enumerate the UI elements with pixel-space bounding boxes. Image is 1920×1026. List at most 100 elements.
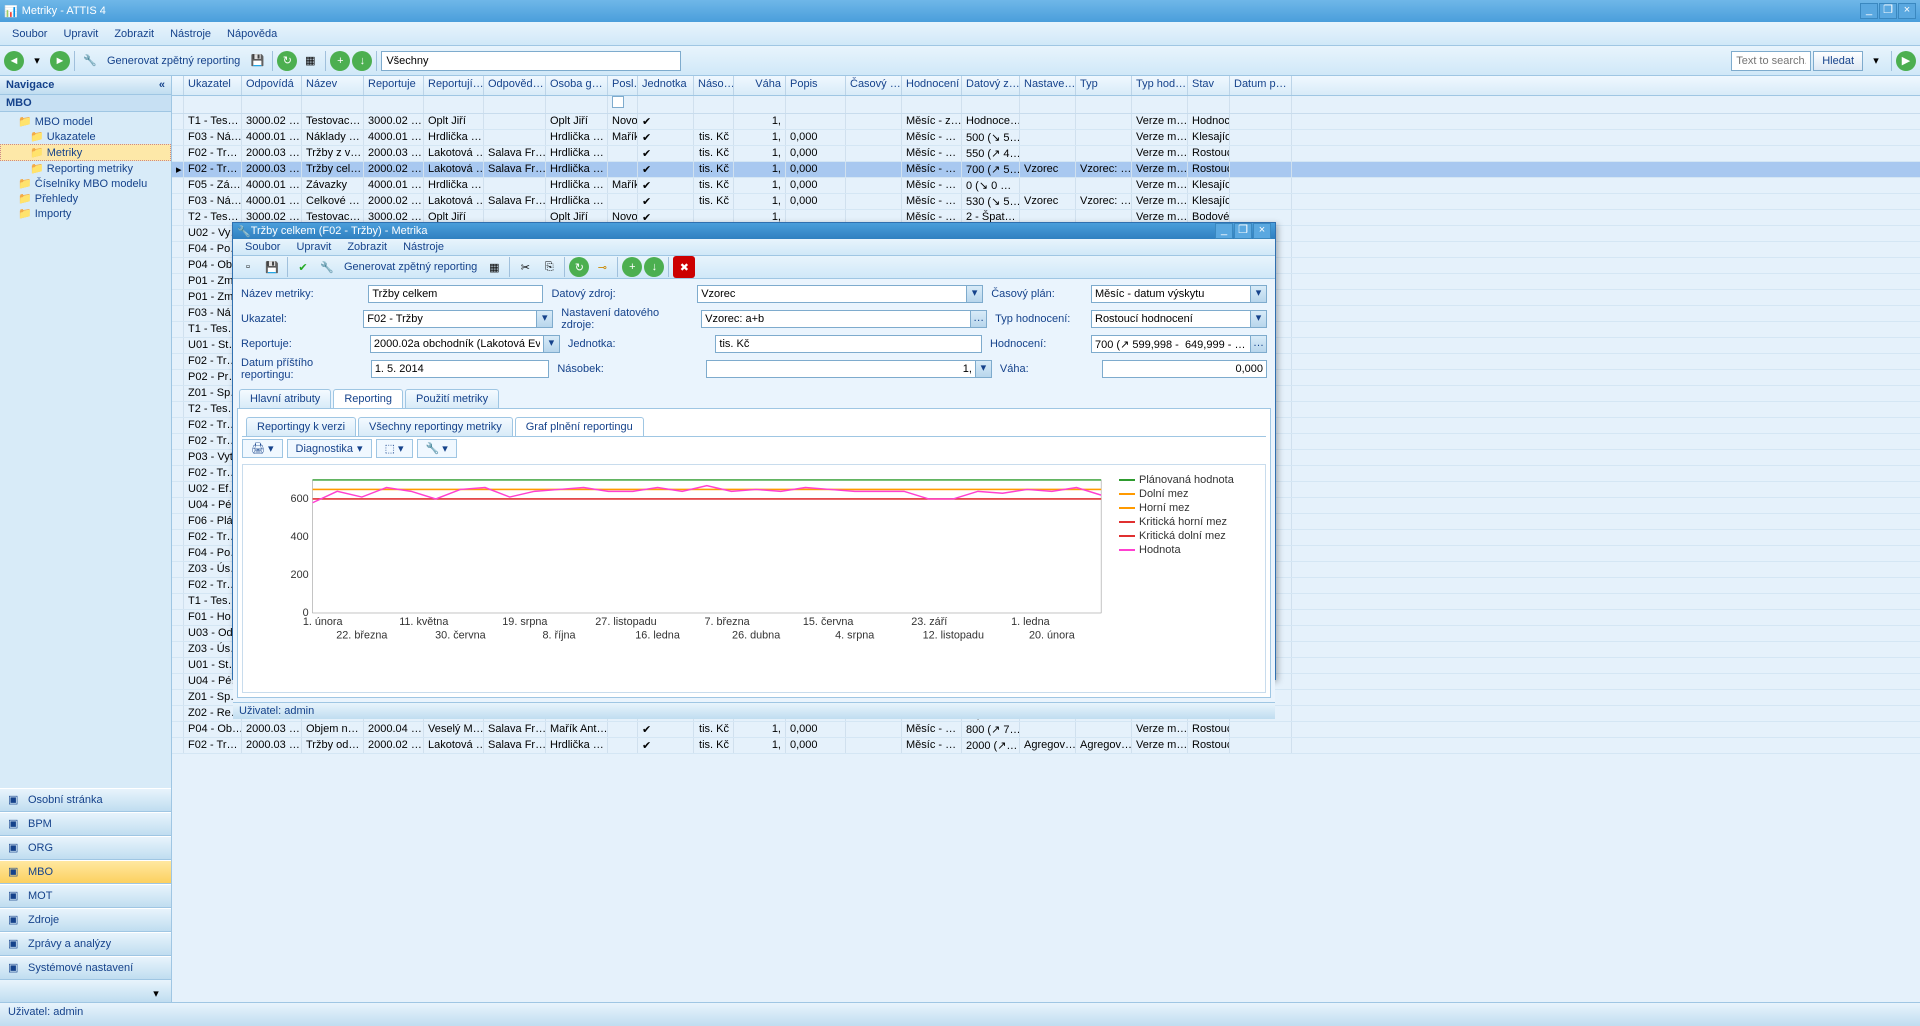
grid-col-header[interactable]: Datum p…: [1230, 76, 1292, 95]
input-rep[interactable]: [370, 335, 544, 353]
grid-col-header[interactable]: Název: [302, 76, 364, 95]
child-menu-nastroje[interactable]: Nástroje: [395, 239, 452, 255]
grid-col-header[interactable]: Reportují…: [424, 76, 484, 95]
input-vaha[interactable]: [1102, 360, 1267, 378]
grid-row[interactable]: P04 - Ob…2000.03 …Objem n…2000.04 …Vesel…: [172, 722, 1920, 738]
subtab-graf[interactable]: Graf plnění reportingu: [515, 417, 644, 436]
dd-hodn[interactable]: …: [1251, 335, 1267, 353]
child-refresh[interactable]: ↻: [569, 257, 589, 277]
child-key-icon[interactable]: ⊸: [591, 256, 613, 278]
menu-upravit[interactable]: Upravit: [55, 26, 106, 42]
filter-combo[interactable]: [381, 51, 681, 71]
grid-col-header[interactable]: Typ hod…: [1132, 76, 1188, 95]
menu-nastroje[interactable]: Nástroje: [162, 26, 219, 42]
grid-col-header[interactable]: Nastave…: [1020, 76, 1076, 95]
child-menu-soubor[interactable]: Soubor: [237, 239, 288, 255]
child-cut-icon[interactable]: ✂: [514, 256, 536, 278]
grid-col-header[interactable]: Reportuje: [364, 76, 424, 95]
input-caspl[interactable]: [1091, 285, 1251, 303]
grid-col-header[interactable]: Časový …: [846, 76, 902, 95]
nav-more-icon[interactable]: ▾: [145, 982, 167, 1004]
grid-col-header[interactable]: Jednotka: [638, 76, 694, 95]
child-minimize[interactable]: _: [1215, 223, 1233, 239]
grid-col-header[interactable]: Popis: [786, 76, 846, 95]
child-down[interactable]: ↓: [644, 257, 664, 277]
nav-tree-item[interactable]: 📁 MBO model: [0, 114, 171, 129]
grid-row[interactable]: F05 - Zá…4000.01 …Závazky4000.01 …Hrdlič…: [172, 178, 1920, 194]
dd-nastd[interactable]: …: [971, 310, 987, 328]
grid-row[interactable]: ▸F02 - Tr…2000.03 …Tržby cel…2000.02 …La…: [172, 162, 1920, 178]
dd-ukaz[interactable]: ▾: [537, 310, 553, 328]
save-icon[interactable]: 💾: [246, 50, 268, 72]
grid-row[interactable]: T1 - Tes…3000.02 …Testovac…3000.02 …Oplt…: [172, 114, 1920, 130]
subtab-vsechny[interactable]: Všechny reportingy metriky: [358, 417, 513, 436]
nav-fwd-button[interactable]: ►: [50, 51, 70, 71]
input-ukaz[interactable]: [363, 310, 537, 328]
grid-col-header[interactable]: Hodnocení: [902, 76, 962, 95]
grid-col-header[interactable]: Váha: [734, 76, 786, 95]
export-button[interactable]: ▶: [1896, 51, 1916, 71]
grid-row[interactable]: F02 - Tr…2000.03 …Tržby od…2000.02 …Lako…: [172, 738, 1920, 754]
input-jedn[interactable]: [715, 335, 982, 353]
nav-tree-item[interactable]: 📁 Reporting metriky: [0, 161, 171, 176]
dd-datzd[interactable]: ▾: [967, 285, 983, 303]
input-nazev[interactable]: [368, 285, 543, 303]
child-maximize[interactable]: ❐: [1234, 223, 1252, 239]
chart-opt2[interactable]: 🔧 ▾: [417, 439, 457, 458]
nav-tree-item[interactable]: 📁 Importy: [0, 206, 171, 221]
dd-caspl[interactable]: ▾: [1251, 285, 1267, 303]
child-gen-button[interactable]: Generovat zpětný reporting: [340, 261, 481, 273]
search-input[interactable]: [1731, 51, 1811, 71]
close-button[interactable]: ×: [1898, 3, 1916, 19]
menu-napoveda[interactable]: Nápověda: [219, 26, 285, 42]
child-menu-zobrazit[interactable]: Zobrazit: [339, 239, 395, 255]
add-button[interactable]: +: [330, 51, 350, 71]
grid-col-header[interactable]: Typ: [1076, 76, 1132, 95]
grid-row[interactable]: F02 - Tr…2000.03 …Tržby z v…2000.03 …Lak…: [172, 146, 1920, 162]
dd-typh[interactable]: ▾: [1251, 310, 1267, 328]
gen-report-button[interactable]: Generovat zpětný reporting: [103, 55, 244, 67]
nav-tree-item[interactable]: 📁 Přehledy: [0, 191, 171, 206]
nav-collapse-icon[interactable]: «: [159, 79, 165, 91]
tab-reporting[interactable]: Reporting: [333, 389, 403, 408]
nav-category[interactable]: ▣MBO: [0, 860, 171, 884]
input-datpr[interactable]: [371, 360, 550, 378]
nav-category[interactable]: ▣ORG: [0, 836, 171, 860]
print-button[interactable]: 🖨 ▾: [242, 439, 283, 458]
input-datzd[interactable]: [697, 285, 967, 303]
search-menu[interactable]: ▾: [1865, 50, 1887, 72]
tab-pouziti[interactable]: Použití metriky: [405, 389, 499, 408]
child-edit-icon[interactable]: ▦: [483, 256, 505, 278]
grid-col-header[interactable]: Datový z…: [962, 76, 1020, 95]
child-copy-icon[interactable]: ⎘: [538, 256, 560, 278]
menu-zobrazit[interactable]: Zobrazit: [106, 26, 162, 42]
nav-category[interactable]: ▣Osobní stránka: [0, 788, 171, 812]
remove-button[interactable]: ↓: [352, 51, 372, 71]
nav-back-menu[interactable]: ▾: [26, 50, 48, 72]
refresh-button[interactable]: ↻: [277, 51, 297, 71]
input-typh[interactable]: [1091, 310, 1251, 328]
nav-category[interactable]: ▣Systémové nastavení: [0, 956, 171, 980]
search-button[interactable]: Hledat: [1813, 51, 1863, 71]
grid-col-header[interactable]: Náso…: [694, 76, 734, 95]
dd-nas[interactable]: ▾: [976, 360, 992, 378]
nav-category[interactable]: ▣Zdroje: [0, 908, 171, 932]
grid-col-header[interactable]: Ukazatel: [184, 76, 242, 95]
grid-col-header[interactable]: Osoba g…: [546, 76, 608, 95]
subtab-reportingy-verzi[interactable]: Reportingy k verzi: [246, 417, 356, 436]
input-hodn[interactable]: [1091, 335, 1251, 353]
dd-rep[interactable]: ▾: [544, 335, 560, 353]
input-nastd[interactable]: [701, 310, 971, 328]
child-save-icon[interactable]: 💾: [261, 256, 283, 278]
cascade-icon[interactable]: ▦: [299, 50, 321, 72]
grid-col-header[interactable]: Stav: [1188, 76, 1230, 95]
child-menu-upravit[interactable]: Upravit: [288, 239, 339, 255]
restore-button[interactable]: ❐: [1879, 3, 1897, 19]
grid-col-header[interactable]: Posl…: [608, 76, 638, 95]
nav-category[interactable]: ▣BPM: [0, 812, 171, 836]
grid-row[interactable]: F03 - Ná…4000.01 …Náklady …4000.01 …Hrdl…: [172, 130, 1920, 146]
grid-row[interactable]: F03 - Ná…4000.01 …Celkové …2000.02 …Lako…: [172, 194, 1920, 210]
nav-category[interactable]: ▣Zprávy a analýzy: [0, 932, 171, 956]
child-check-icon[interactable]: ✔: [292, 256, 314, 278]
nav-tree-item[interactable]: 📁 Číselníky MBO modelu: [0, 176, 171, 191]
